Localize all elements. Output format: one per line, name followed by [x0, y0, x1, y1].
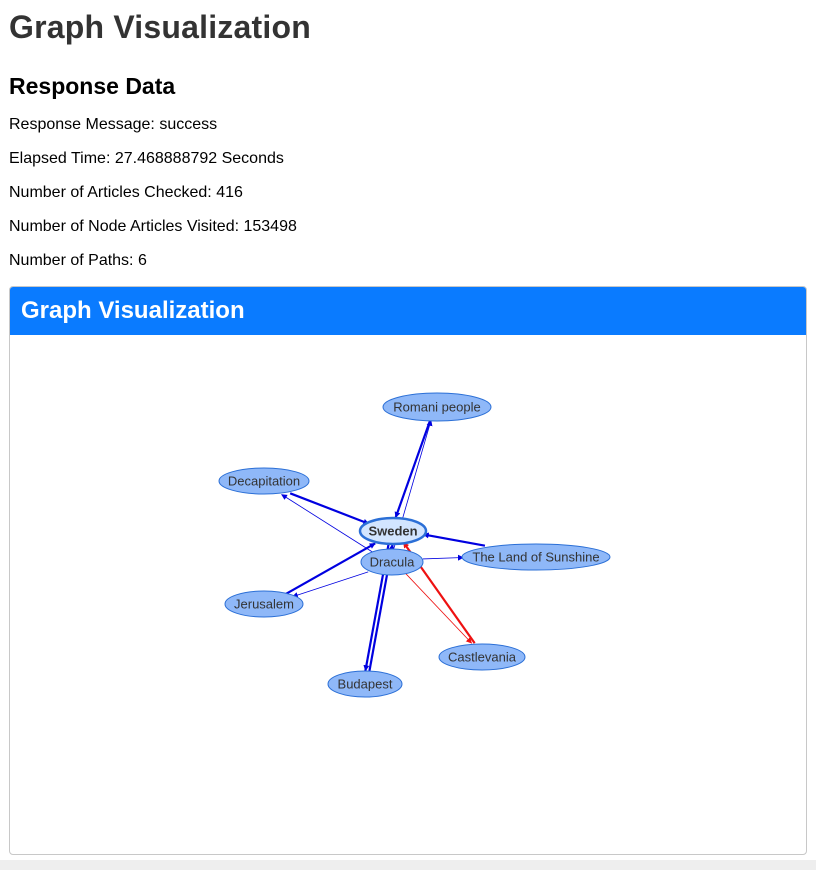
bottom-scroll-bar — [0, 860, 816, 870]
stat-value: 6 — [137, 252, 147, 269]
edge-romani-to-sweden — [394, 419, 432, 519]
node-label: Romani people — [393, 400, 480, 415]
stat-value: success — [159, 116, 218, 133]
nodes-layer: Romani people Decapitation The Land of Sun… — [218, 392, 611, 698]
node-dracula[interactable]: Dracula — [360, 548, 424, 576]
stat-value: 27.468888792 Seconds — [114, 150, 284, 167]
node-budapest[interactable]: Budapest — [327, 670, 403, 698]
node-decapitation[interactable]: Decapitation — [218, 467, 310, 495]
stat-number-of-paths: Number of Paths: 6 — [9, 252, 807, 270]
stat-label: Number of Paths: — [9, 252, 138, 269]
graph-canvas[interactable]: Romani people Decapitation The Land of Sun… — [10, 335, 806, 854]
node-romani[interactable]: Romani people — [382, 392, 492, 422]
node-castlevania[interactable]: Castlevania — [438, 643, 526, 671]
graph-card-header: Graph Visualization — [10, 287, 806, 335]
stat-node-articles-visited: Number of Node Articles Visited: 153498 — [9, 218, 807, 236]
graph-svg[interactable]: Romani people Decapitation The Land of Sun… — [10, 335, 806, 854]
stat-label: Elapsed Time: — [9, 150, 115, 167]
stat-label: Number of Node Articles Visited: — [9, 218, 244, 235]
node-label: Budapest — [338, 677, 393, 692]
edges-layer — [281, 419, 486, 672]
edge-dracula-to-castlevania — [404, 572, 473, 644]
stat-value: 153498 — [243, 218, 297, 235]
stat-elapsed-time: Elapsed Time: 27.468888792 Seconds — [9, 150, 807, 168]
node-sweden[interactable]: Sweden — [358, 516, 428, 546]
node-label: The Land of Sunshine — [472, 550, 599, 565]
stat-label: Number of Articles Checked: — [9, 184, 217, 201]
stat-label: Response Message: — [9, 116, 160, 133]
page: Graph Visualization Response Data Respon… — [0, 0, 816, 270]
page-title: Graph Visualization — [9, 9, 311, 45]
node-label: Decapitation — [228, 474, 300, 489]
edge-decapitation-to-sweden — [289, 492, 370, 525]
node-label: Dracula — [370, 555, 416, 570]
node-label: Sweden — [368, 524, 417, 539]
edge-dracula-to-landofsunshine — [422, 554, 464, 561]
stat-value: 416 — [216, 184, 243, 201]
edge-jerusalem-to-sweden — [284, 542, 376, 596]
edge-landofsunshine-to-sweden — [422, 532, 486, 547]
node-landofsunshine[interactable]: The Land of Sunshine — [461, 543, 611, 571]
edge-dracula-to-decapitation — [281, 494, 375, 554]
node-jerusalem[interactable]: Jerusalem — [224, 590, 304, 618]
graph-card: Graph Visualization Romani people Decapit… — [9, 286, 807, 855]
response-data-heading: Response Data — [9, 73, 176, 99]
node-label: Jerusalem — [234, 597, 294, 612]
node-label: Castlevania — [448, 650, 517, 665]
stat-response-message: Response Message: success — [9, 116, 807, 134]
stat-articles-checked: Number of Articles Checked: 416 — [9, 184, 807, 202]
